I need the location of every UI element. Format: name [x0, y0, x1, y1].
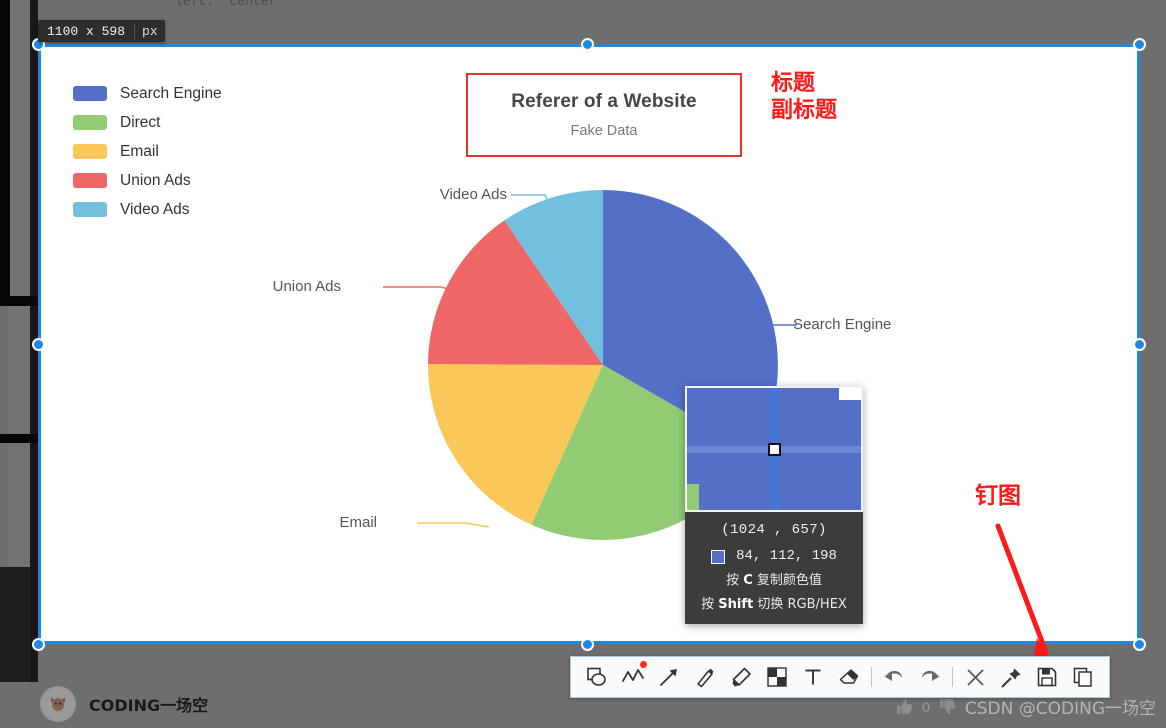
desktop-strip	[0, 0, 10, 300]
selection-handle-middle-left[interactable]	[32, 338, 45, 351]
cat-avatar-icon	[51, 697, 65, 711]
toolbar-divider	[952, 667, 953, 687]
pie-svg	[383, 190, 797, 614]
selection-handle-bottom-center[interactable]	[581, 638, 594, 651]
cursor-coordinate: (1024 , 657)	[721, 522, 827, 538]
selection-handle-bottom-right[interactable]	[1133, 638, 1146, 651]
arrow-icon	[660, 669, 677, 686]
shapes-icon	[587, 667, 606, 686]
avatar[interactable]	[40, 686, 76, 722]
undo-button[interactable]	[876, 659, 912, 695]
thumbs-down-icon[interactable]	[939, 698, 956, 715]
pie-label-email: Email	[339, 514, 377, 531]
capture-selection-region[interactable]: Search Engine Direct Email Union Ads Vid…	[38, 44, 1140, 644]
pencil-tool-button[interactable]	[687, 659, 723, 695]
redo-icon	[922, 670, 940, 681]
desktop-strip	[30, 0, 38, 728]
polyline-icon	[622, 669, 644, 682]
eraser-tool-button[interactable]	[831, 659, 867, 695]
like-count: 0	[922, 698, 930, 715]
redo-button[interactable]	[912, 659, 948, 695]
mosaic-icon	[767, 667, 787, 687]
magnifier-corner-sample	[839, 388, 861, 400]
text-icon	[805, 669, 821, 685]
active-tool-indicator	[640, 661, 647, 668]
leader-line-email	[417, 522, 490, 528]
close-button[interactable]	[957, 659, 993, 695]
save-button[interactable]	[1029, 659, 1065, 695]
magnifier-preview	[685, 386, 863, 512]
marker-icon	[732, 667, 751, 687]
selection-handle-top-center[interactable]	[581, 38, 594, 51]
pie-label-search-engine: Search Engine	[793, 316, 892, 333]
annotation-toolbar[interactable]	[570, 656, 1110, 698]
color-picker-info: (1024 , 657) 84, 112, 198 按 C 复制颜色值 按 Sh…	[685, 512, 863, 625]
text-tool-button[interactable]	[795, 659, 831, 695]
mosaic-tool-button[interactable]	[759, 659, 795, 695]
pie-label-video-ads: Video Ads	[439, 186, 507, 203]
pencil-icon	[697, 668, 714, 688]
hint-toggle-format: 按 Shift 切换 RGB/HEX	[701, 596, 847, 612]
hint-copy-color: 按 C 复制颜色值	[726, 573, 822, 589]
selection-handle-bottom-left[interactable]	[32, 638, 45, 651]
pie-label-union-ads: Union Ads	[272, 278, 341, 295]
pie-chart-canvas: Search Engine Direct Email Union Ads Vid…	[41, 47, 1137, 641]
save-icon	[1037, 667, 1057, 687]
polyline-tool-button[interactable]	[615, 659, 651, 695]
copy-icon	[1073, 667, 1092, 687]
selection-handle-top-right[interactable]	[1133, 38, 1146, 51]
shapes-tool-button[interactable]	[579, 659, 615, 695]
magnifier-center-pixel	[768, 443, 781, 456]
copy-button[interactable]	[1065, 659, 1101, 695]
selection-handle-middle-right[interactable]	[1133, 338, 1146, 351]
pin-icon	[1001, 668, 1020, 687]
arrow-tool-button[interactable]	[651, 659, 687, 695]
pin-annotation-text: 钉图	[975, 483, 1021, 509]
author-name: CODING一场空	[89, 696, 209, 715]
picked-color-swatch-icon	[711, 549, 726, 564]
color-picker-magnifier: (1024 , 657) 84, 112, 198 按 C 复制颜色值 按 Sh…	[685, 386, 863, 625]
close-icon	[966, 668, 984, 686]
selection-size-value: 1100 x 598	[47, 23, 126, 39]
selection-size-unit: px	[134, 23, 165, 39]
undo-icon	[884, 670, 902, 681]
pin-button[interactable]	[993, 659, 1029, 695]
toolbar-divider	[871, 667, 872, 687]
selection-size-badge: 1100 x 598 px	[38, 20, 165, 42]
marker-tool-button[interactable]	[723, 659, 759, 695]
picked-color-rgb: 84, 112, 198	[736, 548, 837, 565]
author-block[interactable]: CODING一场空	[40, 686, 208, 722]
thumbs-up-icon[interactable]	[896, 698, 913, 715]
eraser-icon	[839, 669, 859, 684]
color-value-row: 84, 112, 198	[685, 545, 863, 568]
background-code-text: left: 'center'	[175, 0, 285, 9]
magnifier-corner-sample	[687, 484, 699, 510]
